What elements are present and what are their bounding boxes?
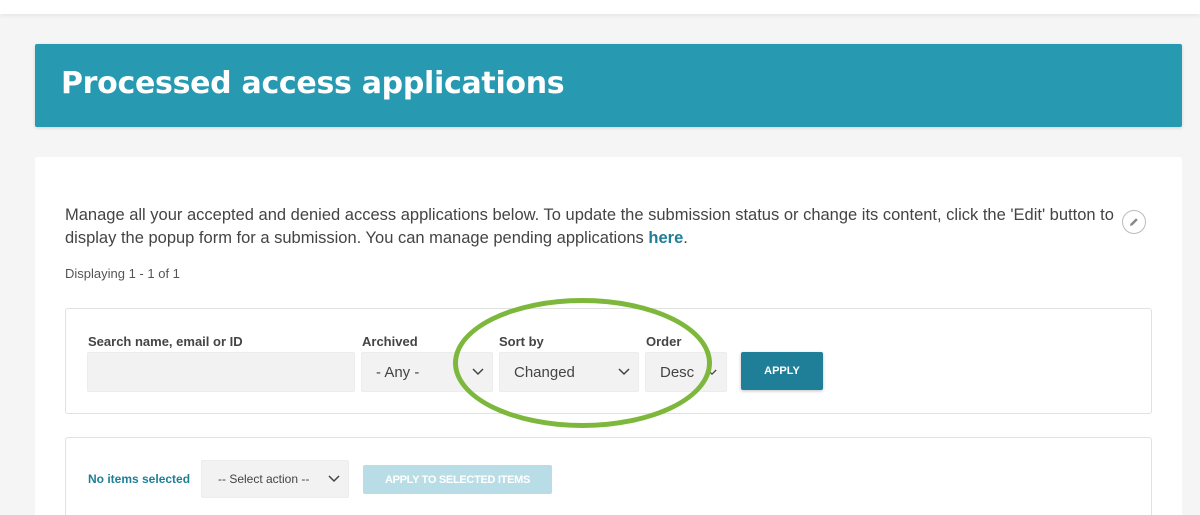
page-title: Processed access applications [61,66,565,101]
chevron-down-icon [320,475,348,483]
intro-body: Manage all your accepted and denied acce… [65,206,1114,247]
chevron-down-icon [464,368,492,376]
bulk-action-select[interactable]: -- Select action -- [201,460,349,498]
sort-by-select[interactable]: Changed [499,352,639,392]
pending-applications-link[interactable]: here [648,229,683,247]
archived-select[interactable]: - Any - [361,352,493,392]
apply-filters-button[interactable]: APPLY [741,352,823,390]
selection-status: No items selected [88,472,191,486]
top-bar [0,0,1200,14]
bulk-action-select-value: -- Select action -- [218,472,310,486]
page-header: Processed access applications [35,44,1182,127]
search-label: Search name, email or ID [88,334,243,349]
archived-select-value: - Any - [376,363,420,381]
intro-text: Manage all your accepted and denied acce… [65,204,1135,250]
intro-end: . [683,229,688,247]
search-input[interactable] [87,352,355,392]
result-count: Displaying 1 - 1 of 1 [65,266,180,281]
order-select-value: Desc [660,363,695,381]
sort-by-select-value: Changed [514,363,575,381]
pencil-icon[interactable] [1122,210,1146,234]
sort-by-label: Sort by [499,334,544,349]
order-select[interactable]: Desc [645,352,727,392]
archived-label: Archived [362,334,418,349]
apply-to-selected-button[interactable]: APPLY TO SELECTED ITEMS [363,465,552,494]
chevron-down-icon [610,368,638,376]
pencil-icon-glyph [1130,218,1138,226]
order-label: Order [646,334,682,349]
chevron-down-icon [698,369,726,376]
